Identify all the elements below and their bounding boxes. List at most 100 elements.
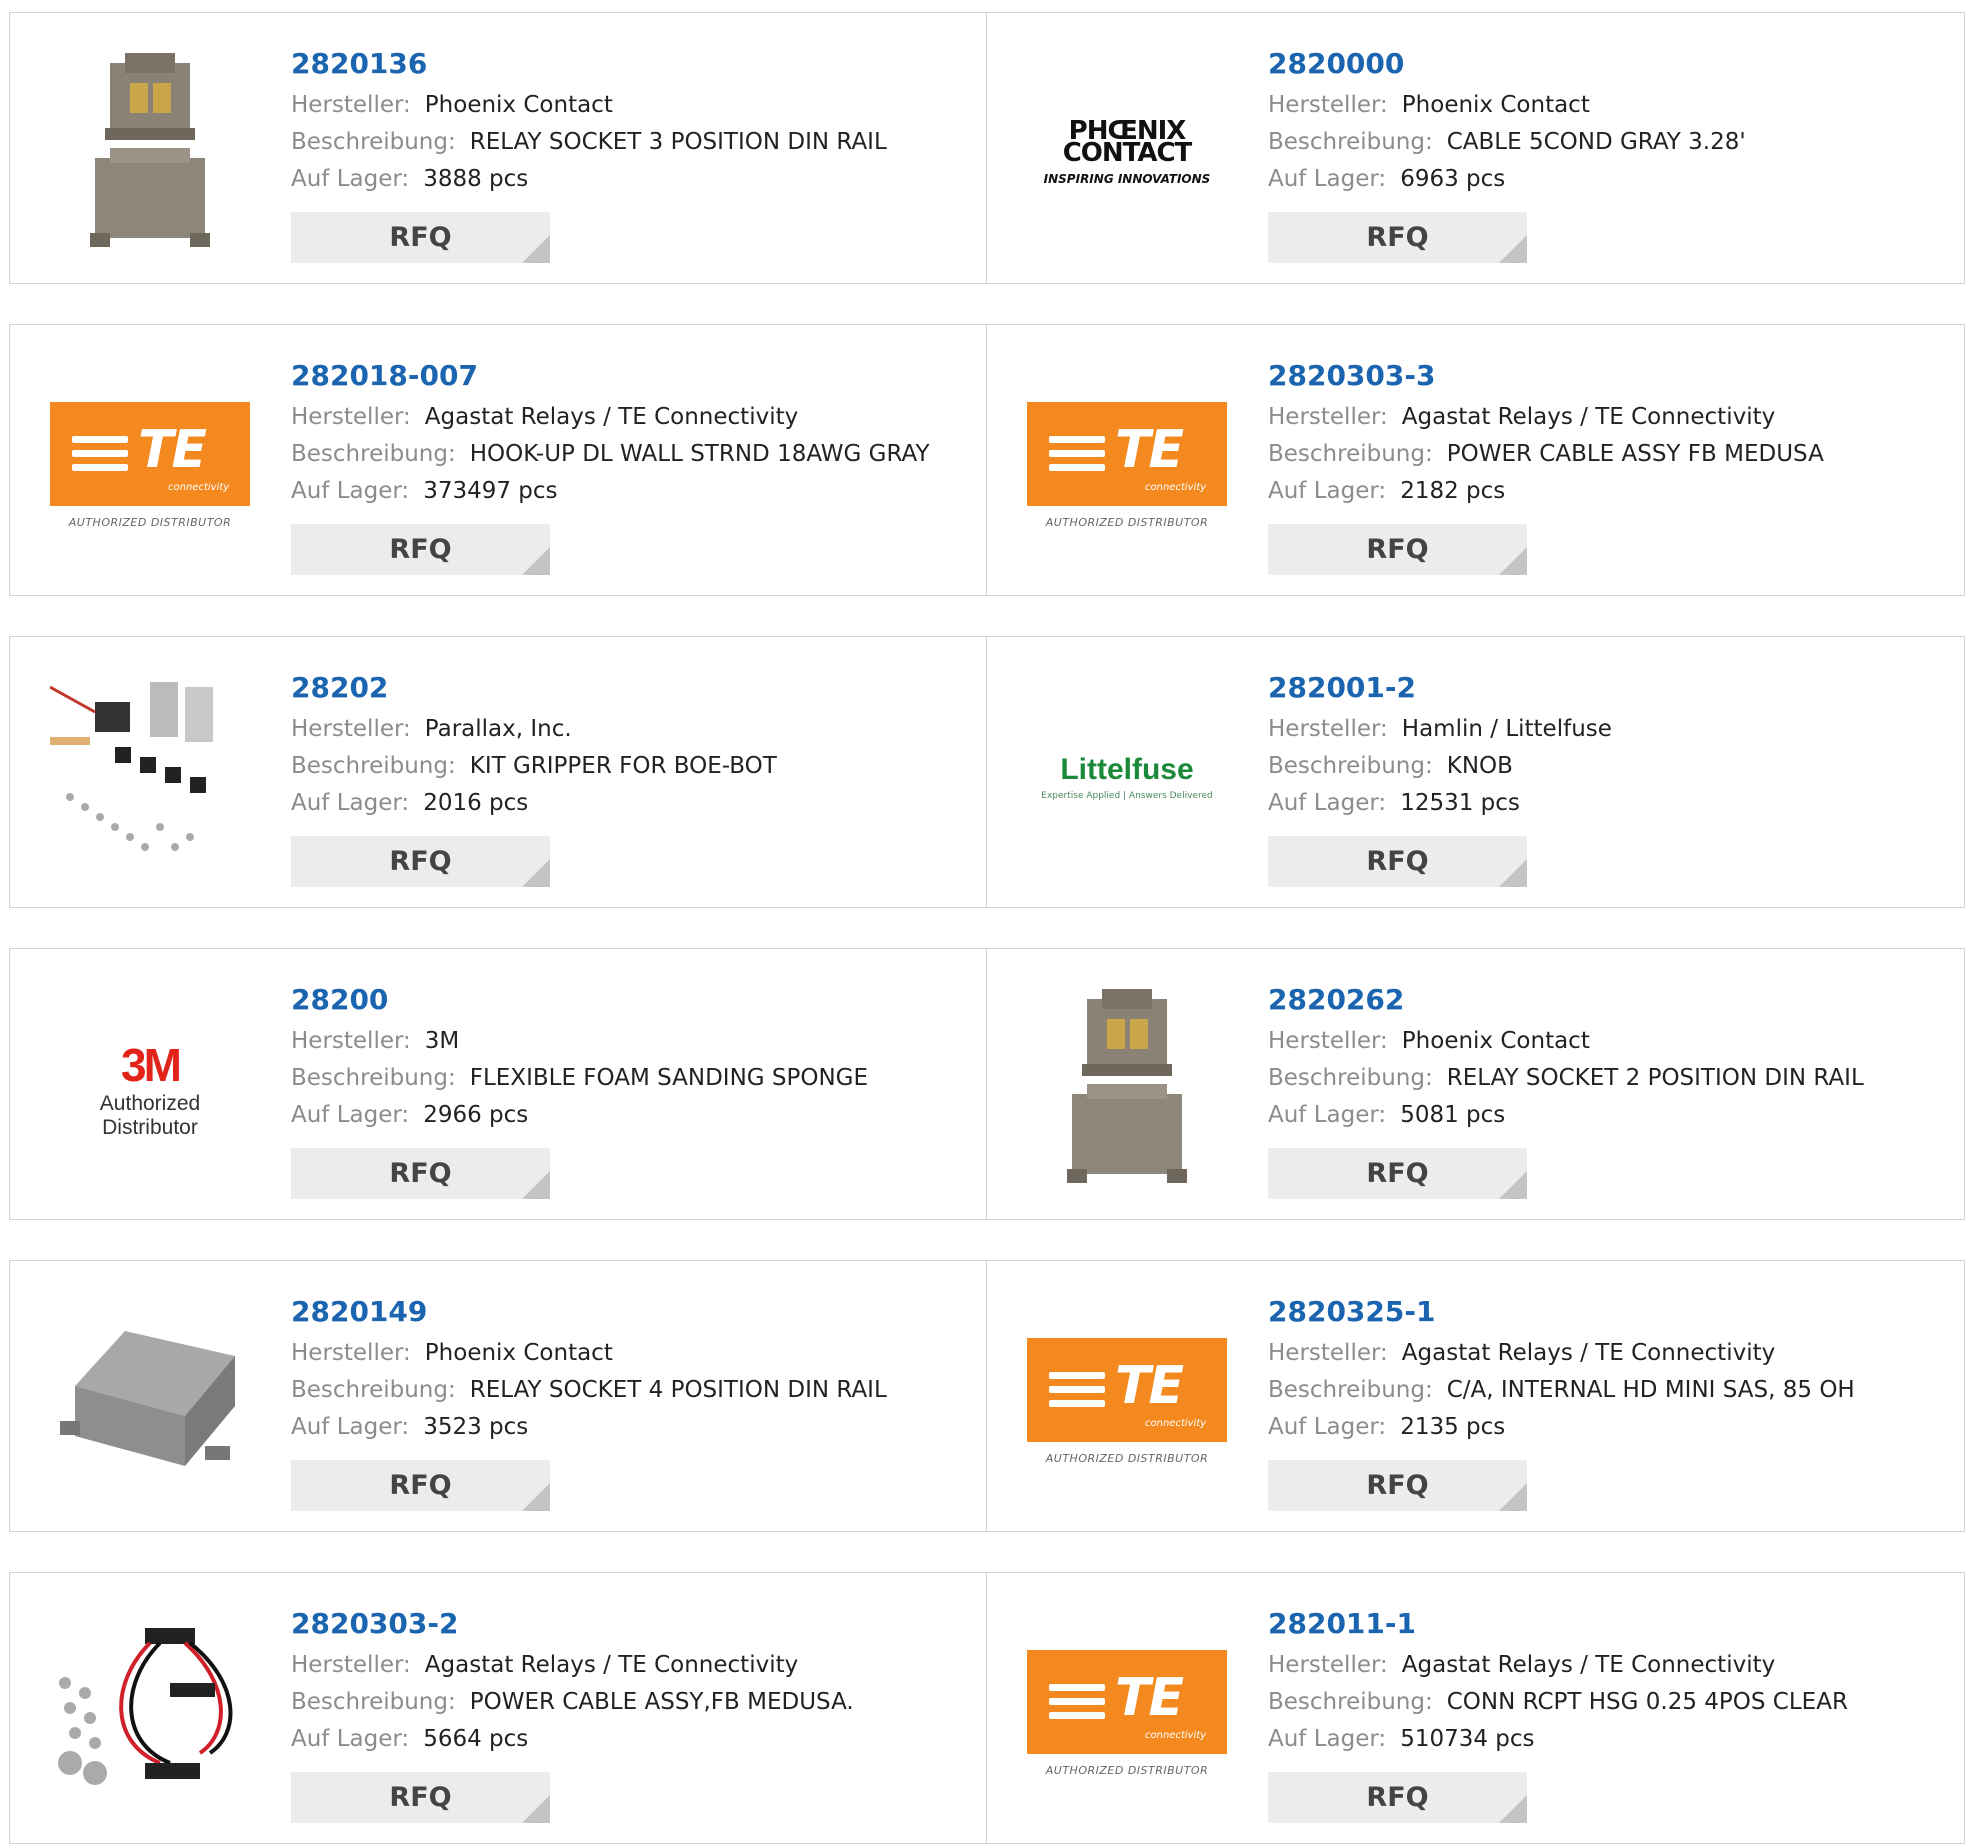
te-logo-lines <box>1049 1371 1105 1414</box>
part-number-link[interactable]: 28202 <box>291 665 777 711</box>
product-image[interactable] <box>50 1613 250 1813</box>
description-value: POWER CABLE ASSY FB MEDUSA <box>1446 441 1824 467</box>
rfq-button[interactable]: RFQ <box>1268 1460 1527 1511</box>
rfq-button[interactable]: RFQ <box>291 1772 550 1823</box>
stock-label: Auf Lager: <box>1268 790 1387 816</box>
description-label: Beschreibung: <box>1268 1689 1433 1715</box>
rfq-button[interactable]: RFQ <box>291 836 550 887</box>
description-line: Beschreibung: C/A, INTERNAL HD MINI SAS, … <box>1268 1372 1855 1409</box>
product-card: TE connectivity AUTHORIZED DISTRIBUTOR 2… <box>987 1260 1965 1532</box>
description-line: Beschreibung: RELAY SOCKET 2 POSITION DIN… <box>1268 1060 1864 1097</box>
manufacturer-label: Hersteller: <box>1268 716 1388 742</box>
description-value: C/A, INTERNAL HD MINI SAS, 85 OH <box>1446 1377 1855 1403</box>
stock-label: Auf Lager: <box>1268 1414 1387 1440</box>
part-number-link[interactable]: 28200 <box>291 977 868 1023</box>
stock-line: Auf Lager: 12531 pcs <box>1268 785 1612 822</box>
gripper-kit-icon <box>50 682 213 851</box>
description-value: KIT GRIPPER FOR BOE-BOT <box>469 753 777 779</box>
part-number-link[interactable]: 2820149 <box>291 1289 887 1335</box>
3m-authorized-text: Authorized Distributor <box>99 1092 201 1139</box>
te-logo-lines <box>1049 1683 1105 1726</box>
rfq-button[interactable]: RFQ <box>291 1148 550 1199</box>
te-authorized-text: AUTHORIZED DISTRIBUTOR <box>1045 1763 1209 1777</box>
manufacturer-value: Phoenix Contact <box>424 92 613 118</box>
manufacturer-label: Hersteller: <box>1268 404 1388 430</box>
product-image[interactable]: PHŒNIX CONTACT INSPIRING INNOVATIONS <box>1027 53 1227 253</box>
stock-label: Auf Lager: <box>1268 1726 1387 1752</box>
rfq-label: RFQ <box>1366 1470 1429 1501</box>
stock-label: Auf Lager: <box>291 790 410 816</box>
manufacturer-line: Hersteller: Hamlin / Littelfuse <box>1268 711 1612 748</box>
stock-line: Auf Lager: 5081 pcs <box>1268 1097 1864 1134</box>
littelfuse-logo-text: Littelfuse <box>1060 753 1194 786</box>
stock-value: 2182 pcs <box>1400 478 1506 504</box>
description-label: Beschreibung: <box>291 1065 456 1091</box>
rfq-label: RFQ <box>1366 222 1429 253</box>
product-image[interactable] <box>50 677 250 877</box>
description-value: RELAY SOCKET 3 POSITION DIN RAIL <box>469 129 887 155</box>
stock-label: Auf Lager: <box>291 166 410 192</box>
manufacturer-value: Agastat Relays / TE Connectivity <box>1401 1340 1776 1366</box>
product-row: 2820303-2 Hersteller: Agastat Relays / TE… <box>9 1572 1965 1844</box>
product-image[interactable]: TE connectivity AUTHORIZED DISTRIBUTOR <box>1027 1301 1227 1501</box>
corner-triangle-icon <box>1499 547 1527 575</box>
stock-line: Auf Lager: 6963 pcs <box>1268 161 1746 198</box>
rfq-button[interactable]: RFQ <box>1268 524 1527 575</box>
rfq-label: RFQ <box>1366 1158 1429 1189</box>
product-card: 28202 Hersteller: Parallax, Inc. Beschrei… <box>9 636 987 908</box>
te-authorized-text: AUTHORIZED DISTRIBUTOR <box>1045 1451 1209 1465</box>
part-number-link[interactable]: 282018-007 <box>291 353 930 399</box>
product-image[interactable]: Littelfuse Expertise Applied | Answers D… <box>1027 677 1227 877</box>
rfq-label: RFQ <box>1366 1782 1429 1813</box>
rfq-button[interactable]: RFQ <box>291 212 550 263</box>
product-row: 28202 Hersteller: Parallax, Inc. Beschrei… <box>9 636 1965 908</box>
rfq-button[interactable]: RFQ <box>291 524 550 575</box>
manufacturer-label: Hersteller: <box>291 716 411 742</box>
part-number-link[interactable]: 2820325-1 <box>1268 1289 1855 1335</box>
product-row: 2820149 Hersteller: Phoenix Contact Besch… <box>9 1260 1965 1532</box>
part-number-link[interactable]: 2820303-2 <box>291 1601 854 1647</box>
description-label: Beschreibung: <box>1268 753 1433 779</box>
manufacturer-label: Hersteller: <box>291 92 411 118</box>
rfq-label: RFQ <box>389 1158 452 1189</box>
rfq-button[interactable]: RFQ <box>1268 1772 1527 1823</box>
manufacturer-label: Hersteller: <box>291 404 411 430</box>
rfq-button[interactable]: RFQ <box>1268 1148 1527 1199</box>
product-image[interactable] <box>1027 989 1227 1189</box>
rfq-button[interactable]: RFQ <box>1268 836 1527 887</box>
rfq-button[interactable]: RFQ <box>1268 212 1527 263</box>
rfq-button[interactable]: RFQ <box>291 1460 550 1511</box>
product-image[interactable]: TE connectivity AUTHORIZED DISTRIBUTOR <box>50 365 250 565</box>
part-number-link[interactable]: 2820000 <box>1268 41 1746 87</box>
te-connectivity-logo: TE connectivity AUTHORIZED DISTRIBUTOR <box>1027 401 1227 529</box>
part-number-link[interactable]: 282011-1 <box>1268 1601 1848 1647</box>
te-logo-box: TE connectivity <box>1027 1337 1227 1442</box>
corner-triangle-icon <box>522 1795 550 1823</box>
corner-triangle-icon <box>1499 1795 1527 1823</box>
part-number-link[interactable]: 2820303-3 <box>1268 353 1824 399</box>
stock-line: Auf Lager: 2016 pcs <box>291 785 777 822</box>
product-row: 2820136 Hersteller: Phoenix Contact Besch… <box>9 12 1965 284</box>
product-image[interactable]: TE connectivity AUTHORIZED DISTRIBUTOR <box>1027 1613 1227 1813</box>
product-image[interactable] <box>50 1301 250 1501</box>
manufacturer-value: Hamlin / Littelfuse <box>1401 716 1612 742</box>
manufacturer-value: Phoenix Contact <box>1401 1028 1590 1054</box>
part-number-link[interactable]: 2820262 <box>1268 977 1864 1023</box>
product-image[interactable] <box>50 53 250 253</box>
product-image[interactable]: 3M Authorized Distributor <box>50 989 250 1189</box>
te-logo-text: TE <box>1115 1355 1184 1416</box>
rfq-label: RFQ <box>389 222 452 253</box>
manufacturer-label: Hersteller: <box>1268 1028 1388 1054</box>
stock-value: 5664 pcs <box>423 1726 529 1752</box>
product-card: 3M Authorized Distributor 28200 Herstell… <box>9 948 987 1220</box>
part-number-link[interactable]: 282001-2 <box>1268 665 1612 711</box>
rfq-label: RFQ <box>1366 846 1429 877</box>
product-card: TE connectivity AUTHORIZED DISTRIBUTOR 2… <box>987 324 1965 596</box>
manufacturer-line: Hersteller: Agastat Relays / TE Connectiv… <box>1268 1647 1848 1684</box>
part-number-link[interactable]: 2820136 <box>291 41 887 87</box>
te-logo-lines <box>1049 435 1105 478</box>
product-image[interactable]: TE connectivity AUTHORIZED DISTRIBUTOR <box>1027 365 1227 565</box>
description-line: Beschreibung: POWER CABLE ASSY FB MEDUSA <box>1268 436 1824 473</box>
te-logo-text: TE <box>1115 1667 1184 1728</box>
manufacturer-value: Parallax, Inc. <box>424 716 572 742</box>
